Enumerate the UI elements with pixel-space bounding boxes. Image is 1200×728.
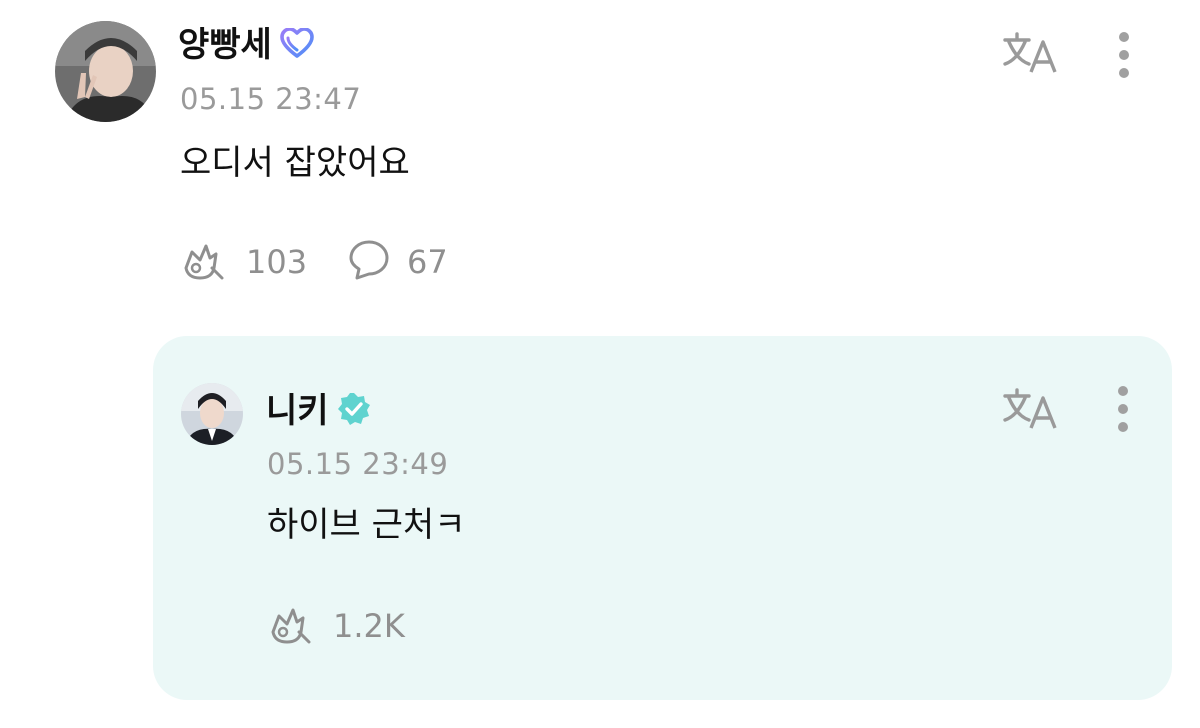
reply-like-button[interactable]: 1.2K [265,602,405,650]
avatar[interactable] [55,21,156,122]
reply-text: 하이브 근처ㅋ [267,505,466,545]
reply-author-name[interactable]: 니키 [266,394,329,428]
verified-badge-icon [280,27,314,62]
post: 양빵세 05.15 23:47 오디서 잡았어요 103 67 [0,0,1200,320]
like-count: 103 [246,243,308,281]
reply-author-row: 니키 [266,392,371,430]
verified-badge-icon [337,392,371,430]
post-text: 오디서 잡았어요 [180,143,410,183]
reply-timestamp: 05.15 23:49 [267,447,449,481]
like-icon [178,238,228,286]
post-timestamp: 05.15 23:47 [180,82,362,116]
translate-icon [1001,386,1059,434]
reply-card: 니키 05.15 23:49 하이브 근처ㅋ 1.2K [153,336,1172,700]
comment-button[interactable]: 67 [347,238,448,286]
like-button[interactable]: 103 [178,238,307,286]
reply-translate-button[interactable] [1000,386,1060,434]
reply-like-count: 1.2K [333,607,405,645]
comment-count: 67 [407,243,448,281]
author-row: 양빵세 [178,27,314,62]
more-options-button[interactable] [1108,32,1140,82]
reply-avatar[interactable] [181,383,243,445]
translate-button[interactable] [1000,30,1060,78]
author-name[interactable]: 양빵세 [178,28,272,62]
reply-more-options-button[interactable] [1107,386,1139,436]
translate-icon [1001,30,1059,78]
comment-icon [347,238,393,286]
more-vertical-icon [1118,31,1130,83]
more-vertical-icon [1117,385,1129,437]
like-icon [265,602,315,650]
